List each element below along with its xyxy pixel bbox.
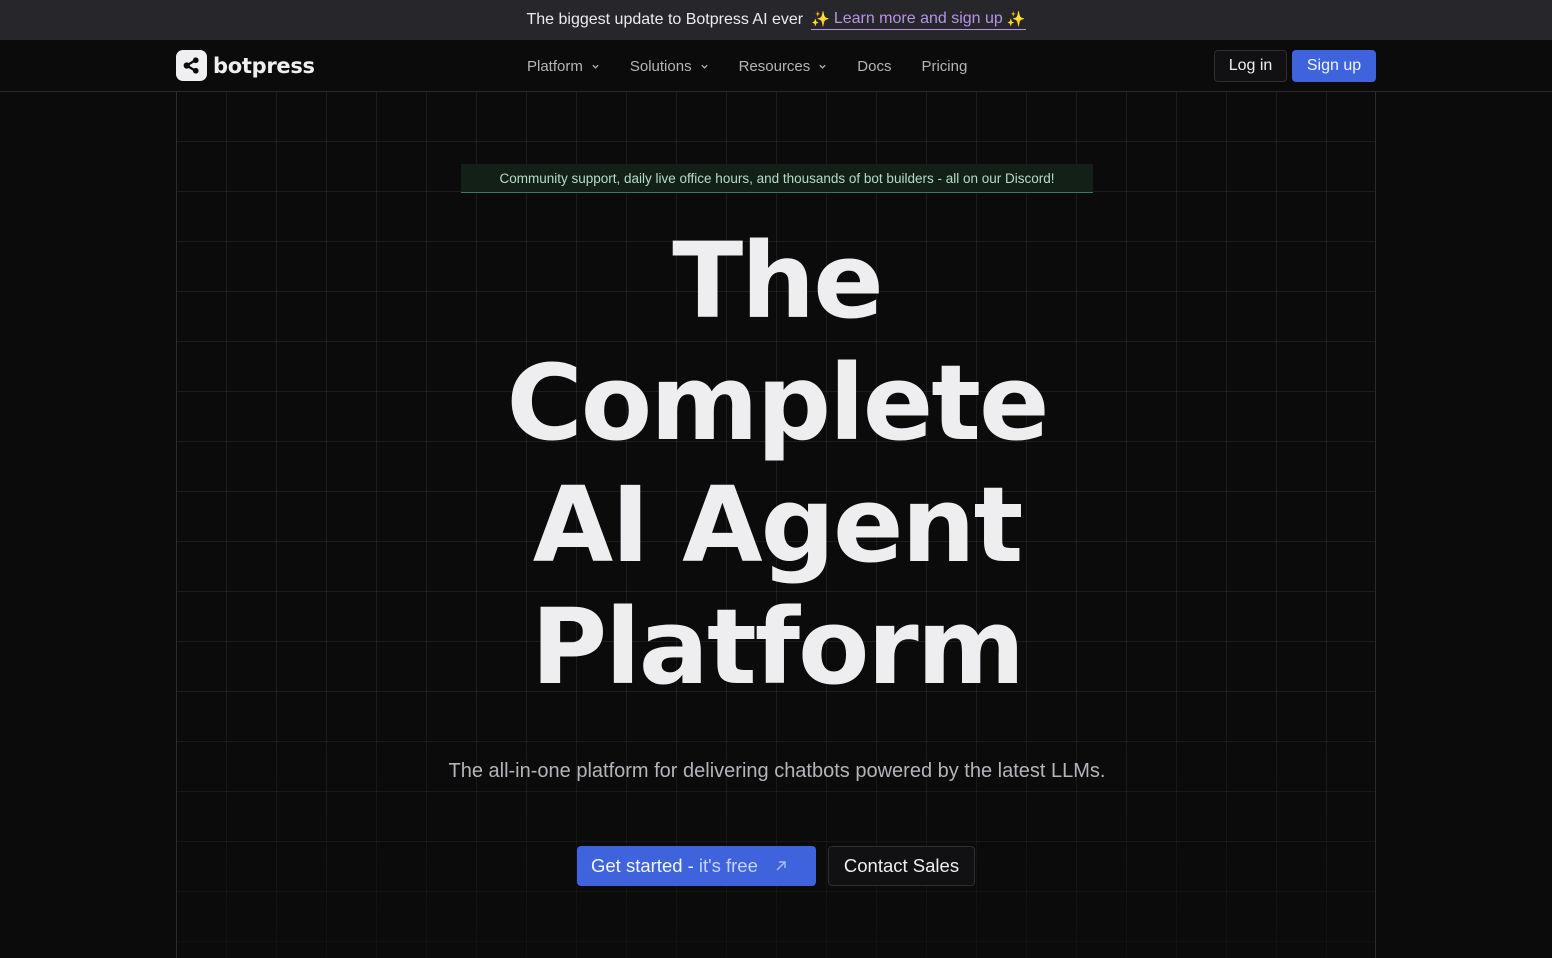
- cta-accent-label: it's free: [698, 855, 758, 876]
- sparkle-icon: ✨: [1006, 11, 1026, 28]
- menu-label: Pricing: [921, 57, 968, 75]
- announcement-bar: The biggest update to Botpress AI ever ✨…: [0, 0, 1552, 40]
- chevron-down-icon: [700, 64, 708, 69]
- brand-name: botpress: [213, 53, 315, 78]
- menu-item-solutions[interactable]: Solutions: [630, 58, 709, 75]
- brand-logo[interactable]: botpress: [176, 50, 315, 81]
- title-line: Complete: [506, 342, 1049, 464]
- announcement-text: The biggest update to Botpress AI ever: [526, 11, 804, 28]
- sparkle-icon: ✨: [811, 11, 830, 28]
- chevron-down-icon: [592, 64, 599, 69]
- title-line: The: [672, 220, 884, 342]
- menu-label: Docs: [857, 57, 892, 75]
- menu-item-docs[interactable]: Docs: [857, 58, 891, 75]
- title-line: Platform: [530, 586, 1025, 708]
- share-nodes-icon: [176, 50, 207, 81]
- login-button[interactable]: Log in: [1214, 50, 1287, 82]
- contact-sales-button[interactable]: Contact Sales: [828, 846, 975, 886]
- menu-item-platform[interactable]: Platform: [527, 58, 600, 75]
- menu-label: Solutions: [629, 57, 692, 75]
- menu-item-resources[interactable]: Resources: [739, 58, 828, 75]
- get-started-button[interactable]: Get started - it's free: [577, 846, 816, 886]
- announcement-link-label: Learn more and sign up: [833, 10, 1003, 27]
- menu-label: Platform: [527, 57, 583, 75]
- hero-title: The Complete AI Agent Platform: [177, 220, 1375, 708]
- top-navigation: botpress Platform Solutions Resources Do…: [0, 40, 1552, 92]
- chevron-down-icon: [819, 64, 826, 69]
- menu-item-pricing[interactable]: Pricing: [921, 58, 967, 75]
- cta-group: Get started - it's free Contact Sales: [577, 846, 975, 886]
- discord-banner[interactable]: Community support, daily live office hou…: [461, 164, 1093, 193]
- arrow-up-right-icon: [774, 859, 788, 873]
- cta-main-label: Get started -: [591, 855, 694, 876]
- main-menu: Platform Solutions Resources Docs Pricin…: [527, 40, 967, 92]
- signup-button[interactable]: Sign up: [1292, 50, 1376, 82]
- hero-subtitle: The all-in-one platform for delivering c…: [448, 760, 1106, 782]
- menu-label: Resources: [738, 57, 811, 75]
- title-line: AI Agent: [532, 464, 1024, 586]
- announcement-link[interactable]: ✨ Learn more and sign up ✨: [811, 10, 1026, 30]
- hero-section: Community support, daily live office hou…: [176, 92, 1376, 958]
